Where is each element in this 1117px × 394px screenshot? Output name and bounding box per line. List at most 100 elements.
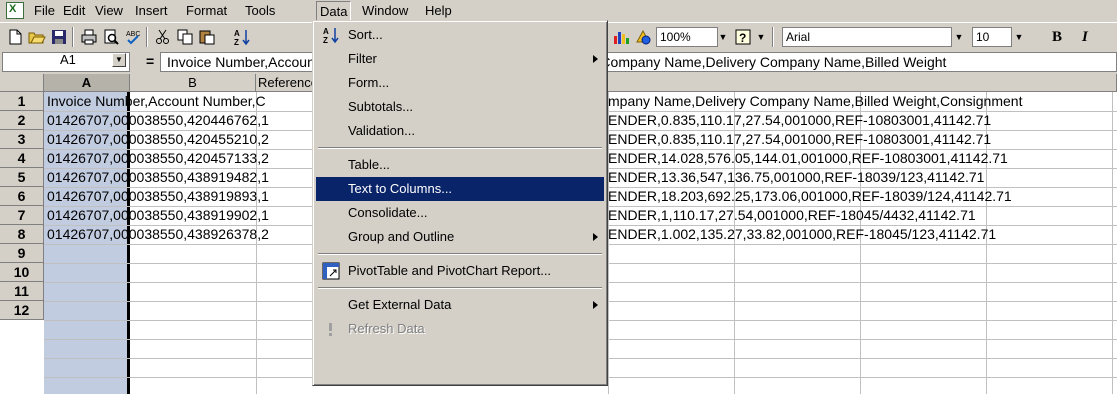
cell-text-overflow: ENDER,1,110.17,27.54,001000,REF-18045/44…: [608, 207, 976, 223]
menu-item-label: Form...: [348, 75, 390, 90]
row-header[interactable]: 9: [0, 244, 44, 263]
cell-text-overflow: ENDER,1.002,135.27,33.82,001000,REF-1804…: [608, 226, 997, 242]
paste-icon[interactable]: [198, 28, 216, 46]
row-header[interactable]: 12: [0, 301, 44, 320]
cell-a8[interactable]: 01426707,000038550,438926378,2: [47, 225, 269, 244]
cell-text-overflow: ENDER,0.835,110.17,27.54,001000,REF-1080…: [608, 112, 992, 128]
select-all-corner[interactable]: [0, 74, 44, 92]
excel-app-icon[interactable]: X: [6, 2, 24, 19]
svg-text:Z: Z: [234, 38, 239, 46]
menu-separator: [318, 147, 602, 149]
menu-help[interactable]: Help: [425, 3, 452, 18]
cell-a4[interactable]: 01426707,000038550,420457133,2: [47, 149, 269, 168]
submenu-arrow-icon: [593, 55, 598, 63]
zoom-combo[interactable]: 100%: [656, 27, 718, 47]
cell-text-overflow: ENDER,14.028,576.05,144.01,001000,REF-10…: [608, 150, 1008, 166]
svg-text:A: A: [234, 29, 240, 38]
menu-file[interactable]: File: [34, 3, 55, 18]
chart-wizard-icon[interactable]: [612, 28, 630, 46]
cell-a2[interactable]: 01426707,000038550,420446762,1: [47, 111, 269, 130]
font-name-combo[interactable]: Arial: [782, 27, 952, 47]
data-menu-dropdown: AZ Sort... Filter Form... Subtotals... V…: [312, 20, 608, 386]
menu-item-label: PivotTable and PivotChart Report...: [348, 263, 552, 278]
menu-item-text-to-columns[interactable]: Text to Columns...: [316, 177, 604, 201]
menu-item-label: Consolidate...: [348, 205, 428, 220]
drawing-icon[interactable]: [634, 28, 652, 46]
cell-a6[interactable]: 01426707,000038550,438919893,1: [47, 187, 269, 206]
column-header-a[interactable]: A: [44, 74, 130, 92]
equals-sign: =: [146, 53, 155, 69]
chevron-down-icon[interactable]: ▼: [1012, 27, 1026, 47]
menu-item-table[interactable]: Table...: [316, 153, 604, 177]
menu-item-get-external-data[interactable]: Get External Data: [316, 293, 604, 317]
column-header-b[interactable]: B: [130, 74, 256, 92]
menu-item-label: Table...: [348, 157, 390, 172]
menu-item-label: Filter: [348, 51, 377, 66]
menu-item-refresh-data: Refresh Data: [316, 317, 604, 341]
print-icon[interactable]: [80, 28, 98, 46]
chevron-down-icon[interactable]: ▼: [952, 27, 966, 47]
menu-separator: [318, 287, 602, 289]
print-preview-icon[interactable]: [102, 28, 120, 46]
menu-window[interactable]: Window: [362, 3, 408, 18]
menu-edit[interactable]: Edit: [63, 3, 85, 18]
row-header[interactable]: 11: [0, 282, 44, 301]
chevron-down-icon[interactable]: ▼: [112, 53, 126, 67]
chevron-down-icon[interactable]: ▼: [754, 27, 768, 47]
cell-text-overflow: ENDER,0.835,110.17,27.54,001000,REF-1080…: [608, 131, 992, 147]
pivottable-icon: [322, 262, 340, 280]
grid-line: [1112, 92, 1113, 394]
menu-insert[interactable]: Insert: [135, 3, 168, 18]
cell-a7[interactable]: 01426707,000038550,438919902,1: [47, 206, 269, 225]
new-icon[interactable]: [6, 28, 24, 46]
menu-item-label: Sort...: [348, 27, 383, 42]
menu-item-subtotals[interactable]: Subtotals...: [316, 95, 604, 119]
svg-text:A: A: [323, 27, 329, 36]
row-header[interactable]: 8: [0, 225, 44, 244]
submenu-arrow-icon: [593, 233, 598, 241]
copy-icon[interactable]: [176, 28, 194, 46]
formula-input[interactable]: Invoice Number,Account Number,Consignmen…: [160, 52, 1117, 72]
menu-item-group-outline[interactable]: Group and Outline: [316, 225, 604, 249]
menu-view[interactable]: View: [95, 3, 123, 18]
chevron-down-icon[interactable]: ▼: [716, 27, 730, 47]
menu-item-sort[interactable]: AZ Sort...: [316, 23, 604, 47]
refresh-icon: [329, 323, 332, 336]
cell-a5[interactable]: 01426707,000038550,438919482,1: [47, 168, 269, 187]
italic-button[interactable]: I: [1082, 29, 1088, 46]
row-header[interactable]: 2: [0, 111, 44, 130]
menu-item-validation[interactable]: Validation...: [316, 119, 604, 143]
row-header[interactable]: 10: [0, 263, 44, 282]
cell-text-overflow: ENDER,13.36,547,136.75,001000,REF-18039/…: [608, 169, 985, 185]
sort-ascending-icon: AZ: [323, 27, 339, 44]
menu-item-label: Refresh Data: [348, 321, 425, 336]
menu-item-consolidate[interactable]: Consolidate...: [316, 201, 604, 225]
menu-item-label: Subtotals...: [348, 99, 414, 114]
font-size-combo[interactable]: 10: [972, 27, 1012, 47]
svg-text:?: ?: [739, 31, 746, 45]
row-header[interactable]: 1: [0, 92, 44, 111]
spelling-icon[interactable]: ABC: [124, 28, 142, 46]
menu-item-form[interactable]: Form...: [316, 71, 604, 95]
menu-item-pivottable[interactable]: PivotTable and PivotChart Report...: [316, 259, 604, 283]
menu-tools[interactable]: Tools: [245, 3, 275, 18]
menu-separator: [318, 253, 602, 255]
toolbar-separator: [146, 27, 148, 47]
menu-format[interactable]: Format: [186, 3, 227, 18]
row-header[interactable]: 5: [0, 168, 44, 187]
open-icon[interactable]: [28, 28, 46, 46]
row-header[interactable]: 6: [0, 187, 44, 206]
bold-button[interactable]: B: [1052, 29, 1062, 46]
cut-icon[interactable]: [154, 28, 172, 46]
cell-a1[interactable]: Invoice Number,Account Number,C: [47, 92, 266, 111]
row-header[interactable]: 7: [0, 206, 44, 225]
toolbar-separator: [72, 27, 74, 47]
save-icon[interactable]: [50, 28, 68, 46]
menu-data[interactable]: Data: [316, 1, 352, 21]
menu-item-filter[interactable]: Filter: [316, 47, 604, 71]
row-header[interactable]: 4: [0, 149, 44, 168]
help-icon[interactable]: ?: [734, 28, 752, 46]
row-header[interactable]: 3: [0, 130, 44, 149]
cell-a3[interactable]: 01426707,000038550,420455210,2: [47, 130, 269, 149]
sort-ascending-icon[interactable]: AZ: [233, 28, 251, 46]
